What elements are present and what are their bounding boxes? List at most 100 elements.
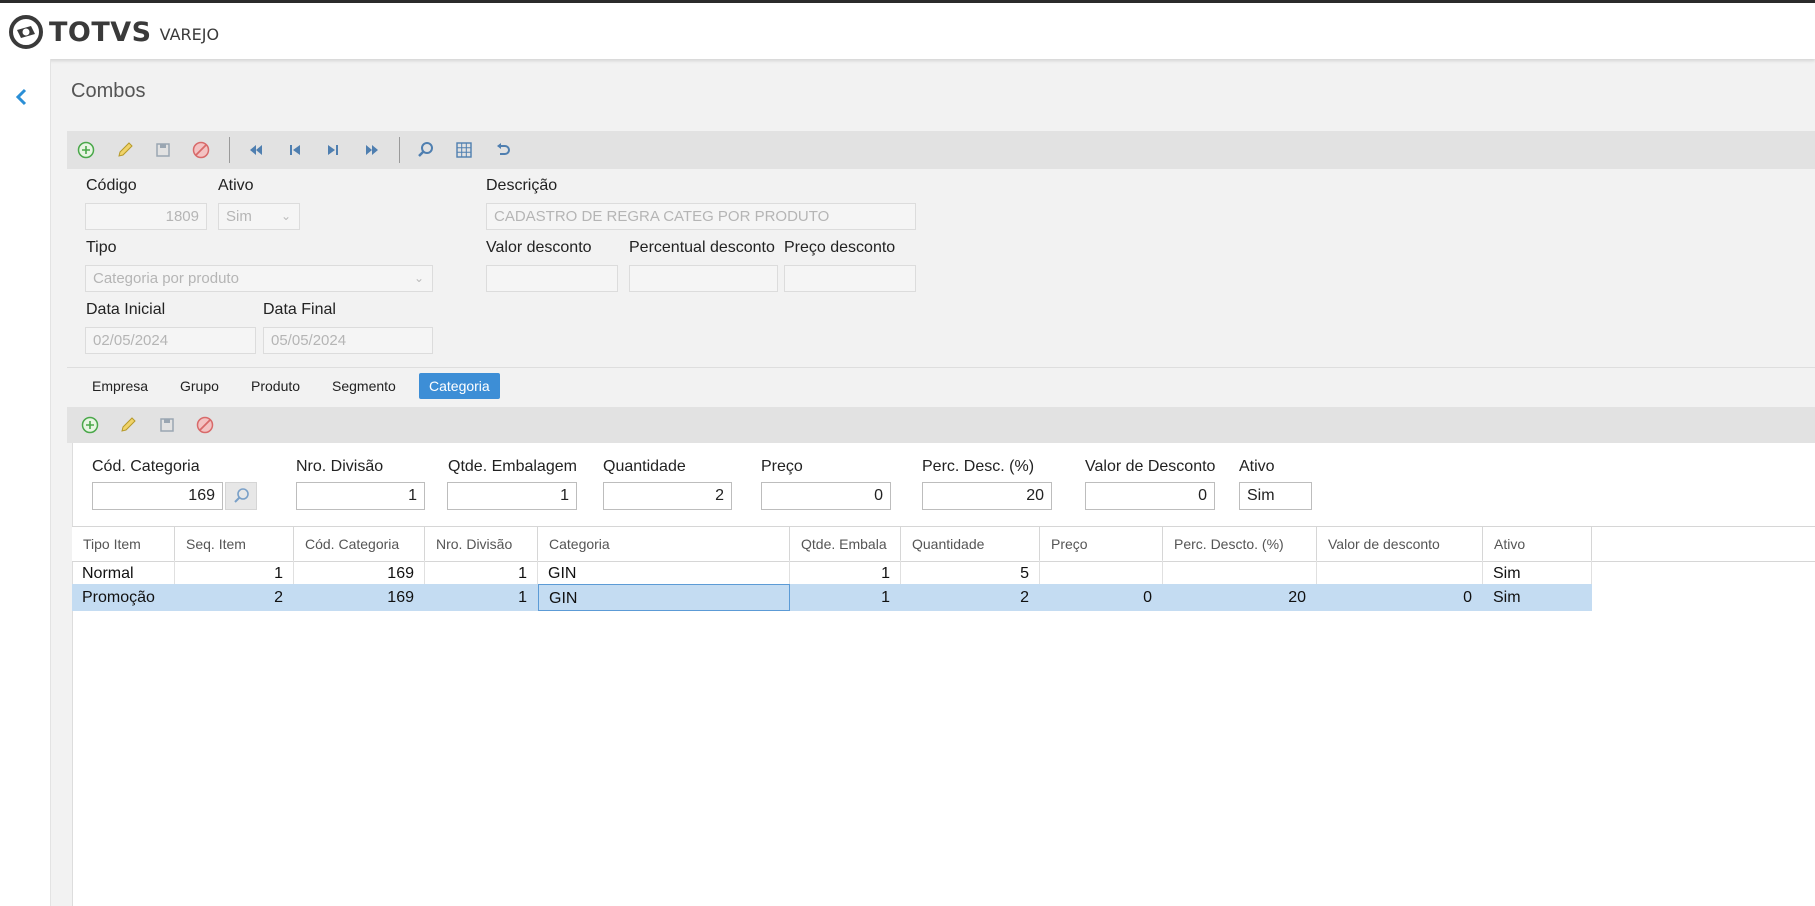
tab-produto[interactable]: Produto bbox=[241, 373, 310, 399]
tab-grupo[interactable]: Grupo bbox=[170, 373, 229, 399]
valor-desconto-label: Valor desconto bbox=[486, 239, 592, 256]
save-icon[interactable] bbox=[153, 140, 173, 160]
lookup-search-icon bbox=[234, 488, 249, 503]
cancel-icon[interactable] bbox=[195, 415, 215, 435]
column-header[interactable]: Seq. Item bbox=[175, 527, 294, 561]
main-toolbar bbox=[67, 131, 1815, 169]
column-header[interactable]: Tipo Item bbox=[72, 527, 175, 561]
cod-categoria-input[interactable]: 169 bbox=[92, 482, 223, 510]
toolbar-separator bbox=[399, 137, 400, 163]
table-cell-focused[interactable]: GIN bbox=[538, 584, 790, 611]
tab-segmento[interactable]: Segmento bbox=[322, 373, 406, 399]
tipo-label: Tipo bbox=[86, 239, 117, 256]
column-header[interactable]: Qtde. Embala bbox=[790, 527, 901, 561]
detail-tabs: Empresa Grupo Produto Segmento Categoria bbox=[67, 367, 1815, 408]
add-icon[interactable] bbox=[80, 415, 100, 435]
qtde-embalagem-label: Qtde. Embalagem bbox=[448, 458, 577, 475]
column-header[interactable]: Preço bbox=[1040, 527, 1163, 561]
table-row[interactable]: Normal 1 169 1 GIN 1 5 Sim bbox=[72, 560, 1592, 587]
table-cell[interactable]: 169 bbox=[294, 560, 425, 587]
data-inicial-label: Data Inicial bbox=[86, 301, 166, 318]
table-cell[interactable]: 169 bbox=[294, 584, 425, 611]
add-icon[interactable] bbox=[76, 140, 96, 160]
nro-divisao-input[interactable]: 1 bbox=[296, 482, 425, 510]
table-cell[interactable]: 2 bbox=[175, 584, 294, 611]
table-cell[interactable] bbox=[1163, 560, 1317, 587]
percentual-desconto-field[interactable] bbox=[629, 265, 778, 292]
previous-record-icon[interactable] bbox=[285, 140, 305, 160]
valor-desconto-field[interactable] bbox=[486, 265, 618, 292]
column-header[interactable]: Categoria bbox=[538, 527, 790, 561]
data-final-field[interactable]: 05/05/2024 bbox=[263, 327, 433, 354]
first-record-icon[interactable] bbox=[246, 140, 266, 160]
ativo-label: Ativo bbox=[218, 177, 254, 194]
app-header: TOTVS VAREJO bbox=[0, 3, 1815, 59]
cancel-icon[interactable] bbox=[191, 140, 211, 160]
left-sidebar bbox=[0, 59, 51, 906]
column-header[interactable]: Valor de desconto bbox=[1317, 527, 1483, 561]
table-cell[interactable]: Promoção bbox=[72, 584, 175, 611]
column-header[interactable]: Cód. Categoria bbox=[294, 527, 425, 561]
page-title: Combos bbox=[71, 80, 146, 102]
next-record-icon[interactable] bbox=[323, 140, 343, 160]
table-cell[interactable]: GIN bbox=[538, 560, 790, 587]
totvs-logo-icon bbox=[9, 15, 43, 49]
search-icon[interactable] bbox=[416, 140, 436, 160]
table-cell[interactable]: 1 bbox=[175, 560, 294, 587]
table-cell[interactable]: 0 bbox=[1317, 584, 1483, 611]
valor-de-desconto-label: Valor de Desconto bbox=[1085, 458, 1216, 475]
ativo-select[interactable]: Sim ⌄ bbox=[218, 203, 300, 230]
quantidade-label: Quantidade bbox=[603, 458, 686, 475]
table-cell[interactable]: Sim bbox=[1483, 560, 1592, 587]
table-cell[interactable]: Normal bbox=[72, 560, 175, 587]
codigo-field[interactable]: 1809 bbox=[85, 203, 207, 230]
edit-icon[interactable] bbox=[115, 140, 135, 160]
back-chevron-icon[interactable] bbox=[14, 85, 28, 111]
cod-categoria-label: Cód. Categoria bbox=[92, 458, 200, 475]
module-name: VAREJO bbox=[159, 24, 220, 44]
column-header[interactable]: Nro. Divisão bbox=[425, 527, 538, 561]
table-cell[interactable] bbox=[1040, 560, 1163, 587]
table-cell[interactable]: 5 bbox=[901, 560, 1040, 587]
ativo-value: Sim bbox=[226, 208, 252, 225]
detail-panel bbox=[72, 443, 1815, 906]
table-cell[interactable]: 2 bbox=[901, 584, 1040, 611]
valor-de-desconto-input[interactable]: 0 bbox=[1085, 482, 1215, 510]
preco-desconto-field[interactable] bbox=[784, 265, 916, 292]
table-cell[interactable]: Sim bbox=[1483, 584, 1592, 611]
table-cell[interactable]: 1 bbox=[425, 584, 538, 611]
nro-divisao-label: Nro. Divisão bbox=[296, 458, 384, 475]
toolbar-separator bbox=[229, 137, 230, 163]
column-header[interactable]: Ativo bbox=[1483, 527, 1592, 561]
table-cell[interactable] bbox=[1317, 560, 1483, 587]
table-row-selected[interactable]: Promoção 2 169 1 GIN 1 2 0 20 0 Sim bbox=[72, 584, 1592, 611]
codigo-label: Código bbox=[86, 177, 137, 194]
table-cell[interactable]: 0 bbox=[1040, 584, 1163, 611]
table-cell[interactable]: 1 bbox=[425, 560, 538, 587]
save-icon[interactable] bbox=[157, 415, 177, 435]
grid-icon[interactable] bbox=[454, 140, 474, 160]
preco-input[interactable]: 0 bbox=[761, 482, 891, 510]
descricao-field[interactable]: CADASTRO DE REGRA CATEG POR PRODUTO bbox=[486, 203, 916, 230]
grid-header: Tipo Item Seq. Item Cód. Categoria Nro. … bbox=[72, 526, 1815, 562]
table-cell[interactable]: 1 bbox=[790, 560, 901, 587]
undo-icon[interactable] bbox=[493, 140, 513, 160]
column-header[interactable]: Perc. Descto. (%) bbox=[1163, 527, 1317, 561]
edit-icon[interactable] bbox=[118, 415, 138, 435]
tipo-select[interactable]: Categoria por produto ⌄ bbox=[85, 265, 433, 292]
last-record-icon[interactable] bbox=[362, 140, 382, 160]
data-final-label: Data Final bbox=[263, 301, 336, 318]
table-cell[interactable]: 20 bbox=[1163, 584, 1317, 611]
lookup-button[interactable] bbox=[225, 482, 257, 510]
tab-empresa[interactable]: Empresa bbox=[82, 373, 158, 399]
data-inicial-field[interactable]: 02/05/2024 bbox=[85, 327, 256, 354]
detail-ativo-input[interactable]: Sim bbox=[1239, 482, 1312, 510]
qtde-embalagem-input[interactable]: 1 bbox=[447, 482, 577, 510]
column-header[interactable]: Quantidade bbox=[901, 527, 1040, 561]
perc-desc-label: Perc. Desc. (%) bbox=[922, 458, 1035, 475]
quantidade-input[interactable]: 2 bbox=[603, 482, 732, 510]
perc-desc-input[interactable]: 20 bbox=[922, 482, 1052, 510]
detail-ativo-label: Ativo bbox=[1239, 458, 1275, 475]
table-cell[interactable]: 1 bbox=[790, 584, 901, 611]
tab-categoria[interactable]: Categoria bbox=[419, 373, 500, 399]
